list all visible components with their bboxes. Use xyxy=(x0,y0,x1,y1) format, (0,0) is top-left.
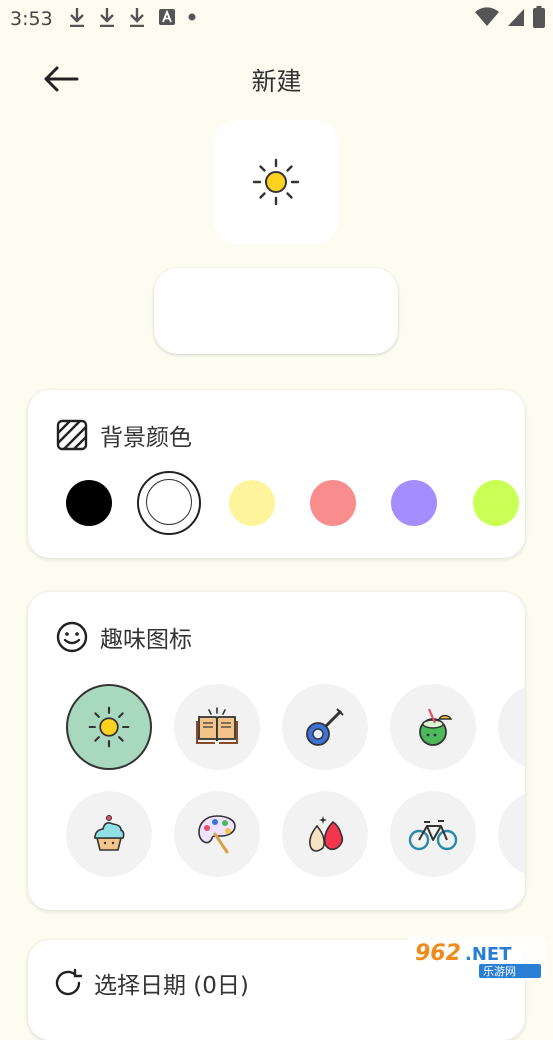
sun-icon xyxy=(252,158,300,206)
icon-option-book[interactable] xyxy=(174,684,260,770)
date-title: 选择日期 (0日) xyxy=(94,973,249,999)
icon-option-sun[interactable] xyxy=(66,684,152,770)
cupcake-icon xyxy=(94,815,125,851)
date-header[interactable]: 选择日期 (0日) xyxy=(52,966,249,1000)
icon-option-partial[interactable] xyxy=(498,684,525,770)
system-icons xyxy=(475,6,545,28)
fun-icons-card: 趣味图标 xyxy=(28,592,525,910)
bicycle-icon xyxy=(408,820,458,851)
coconut-drink-icon xyxy=(419,708,453,746)
fun-icons-title: 趣味图标 xyxy=(100,627,192,653)
watermark-logo-icon: 962 .NET 乐游网 xyxy=(407,936,547,980)
status-bar: 3:53 xyxy=(0,0,553,40)
color-swatch-black[interactable] xyxy=(66,480,112,526)
dot-icon xyxy=(188,13,196,21)
svg-text:962: 962 xyxy=(415,941,461,966)
color-swatch-white[interactable] xyxy=(146,479,192,525)
signal-icon xyxy=(508,9,524,26)
icon-option-cupcake[interactable] xyxy=(66,791,152,877)
icon-option-coconut[interactable] xyxy=(390,684,476,770)
icon-option-palette[interactable] xyxy=(174,791,260,877)
wifi-icon xyxy=(475,7,499,27)
color-swatch-lime[interactable] xyxy=(473,480,519,526)
icon-option-banjo[interactable] xyxy=(282,684,368,770)
icon-option-partial[interactable] xyxy=(498,791,525,877)
background-color-title: 背景颜色 xyxy=(100,425,192,451)
page-title: 新建 xyxy=(251,67,302,96)
color-swatch-pink[interactable] xyxy=(310,480,356,526)
book-icon xyxy=(196,707,238,744)
icon-preview[interactable] xyxy=(214,120,338,244)
color-swatch-purple[interactable] xyxy=(391,480,437,526)
svg-text:乐游网: 乐游网 xyxy=(483,965,516,978)
notification-icons xyxy=(68,7,196,27)
top-app-bar: 新建 xyxy=(0,50,553,108)
text-a-icon xyxy=(159,9,175,25)
icon-option-bicycle[interactable] xyxy=(390,791,476,877)
fun-icons-header: 趣味图标 xyxy=(56,620,192,654)
background-color-card: 背景颜色 xyxy=(28,390,525,558)
svg-text:.NET: .NET xyxy=(465,944,512,965)
download-icon xyxy=(100,8,114,27)
status-time: 3:53 xyxy=(10,8,53,30)
name-input[interactable] xyxy=(154,268,398,354)
download-icon xyxy=(130,8,144,27)
smiley-icon xyxy=(56,621,88,653)
background-color-header: 背景颜色 xyxy=(56,418,192,452)
makeup-sponge-icon xyxy=(309,816,344,852)
color-swatch-yellow[interactable] xyxy=(229,480,275,526)
refresh-icon xyxy=(55,968,83,996)
battery-icon xyxy=(533,6,545,28)
paint-palette-icon xyxy=(198,815,236,854)
icon-option-sponge[interactable] xyxy=(282,791,368,877)
banjo-icon xyxy=(306,708,344,746)
download-icon xyxy=(70,8,84,27)
watermark-logo: 962 .NET 乐游网 xyxy=(407,936,547,980)
stripes-pattern-icon xyxy=(56,419,88,451)
sun-icon xyxy=(88,706,130,748)
partial-icon xyxy=(519,705,525,749)
